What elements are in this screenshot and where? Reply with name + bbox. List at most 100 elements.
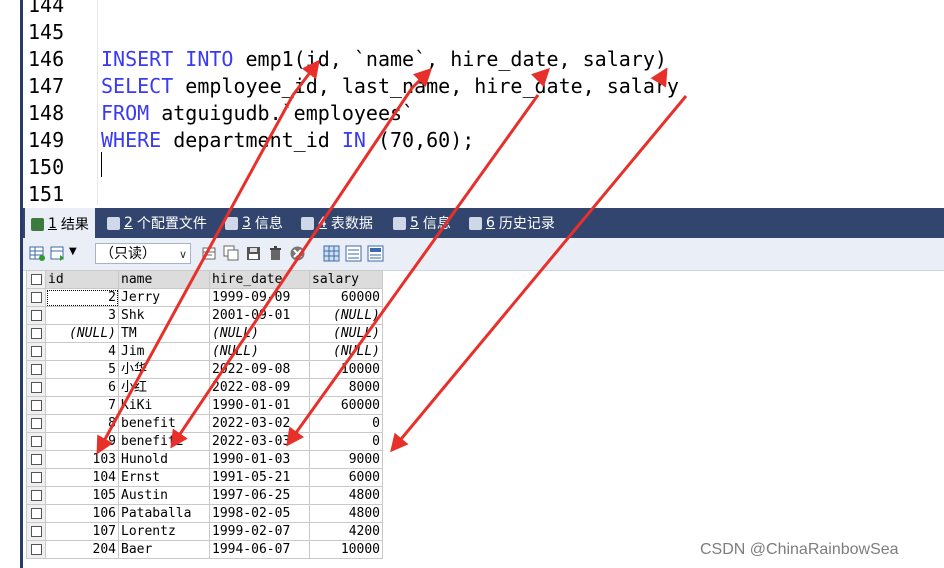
delete-icon[interactable] [267,245,284,262]
row-checkbox[interactable] [26,324,46,343]
row-checkbox[interactable] [26,306,46,325]
cell-name[interactable]: Jim [118,342,210,361]
cell-id[interactable]: 4 [45,342,119,361]
cell-hire-date[interactable]: 1991-05-21 [209,468,310,487]
row-checkbox[interactable] [26,486,46,505]
cell-hire-date[interactable]: 2022-03-03 [209,432,310,451]
row-checkbox[interactable] [26,432,46,451]
tab-3[interactable]: 3 信息 [219,208,289,238]
cell-salary[interactable]: (NULL) [309,306,383,325]
table-row[interactable]: 2 Jerry 1999-09-09 60000 [26,288,383,307]
code-line[interactable]: WHERE department_id IN (70,60); [101,127,474,154]
cell-salary[interactable]: (NULL) [309,324,383,343]
table-row[interactable]: 106 Pataballa 1998-02-05 4800 [26,504,383,523]
cell-salary[interactable]: 4200 [309,522,383,541]
cell-hire-date[interactable]: 1999-09-09 [209,288,310,307]
column-header-name[interactable]: name [118,270,210,289]
row-checkbox[interactable] [26,504,46,523]
duplicate-row-icon[interactable] [223,245,240,262]
row-checkbox[interactable] [26,468,46,487]
cell-salary[interactable]: 60000 [309,396,383,415]
cell-id[interactable]: 104 [45,468,119,487]
cancel-icon[interactable] [289,245,306,262]
form-view-icon[interactable] [345,245,362,262]
table-row[interactable]: (NULL) TM (NULL) (NULL) [26,324,383,343]
cell-hire-date[interactable]: 1998-02-05 [209,504,310,523]
save-icon[interactable] [245,245,262,262]
table-row[interactable]: 6 小红 2022-08-09 8000 [26,378,383,397]
cell-name[interactable]: Austin [118,486,210,505]
cell-name[interactable]: Ernst [118,468,210,487]
tab-5[interactable]: 5 信息 [387,208,457,238]
table-row[interactable]: 107 Lorentz 1999-02-07 4200 [26,522,383,541]
cell-hire-date[interactable]: 2022-03-02 [209,414,310,433]
cell-id[interactable]: 107 [45,522,119,541]
cell-salary[interactable]: 6000 [309,468,383,487]
cell-name[interactable]: 小华 [118,360,210,379]
cell-id[interactable]: 204 [45,540,119,559]
grid-view-icon[interactable] [323,245,340,262]
text-view-icon[interactable] [367,245,384,262]
row-checkbox[interactable] [26,540,46,559]
cell-salary[interactable]: 0 [309,432,383,451]
table-row[interactable]: 7 KiKi 1990-01-01 60000 [26,396,383,415]
cell-name[interactable]: Lorentz [118,522,210,541]
tab-2[interactable]: 2 个配置文件 [101,208,213,238]
insert-row-icon[interactable] [201,245,218,262]
cell-salary[interactable]: 8000 [309,378,383,397]
cell-name[interactable]: benefit [118,414,210,433]
table-row[interactable]: 105 Austin 1997-06-25 4800 [26,486,383,505]
cell-salary[interactable]: 60000 [309,288,383,307]
cell-id[interactable]: 3 [45,306,119,325]
cell-hire-date[interactable]: (NULL) [209,324,310,343]
row-checkbox[interactable] [26,288,46,307]
cell-hire-date[interactable]: 2001-09-01 [209,306,310,325]
cell-name[interactable]: Hunold [118,450,210,469]
column-header-salary[interactable]: salary [309,270,383,289]
cell-hire-date[interactable]: 1990-01-01 [209,396,310,415]
cell-id[interactable]: (NULL) [45,324,119,343]
table-row[interactable]: 4 Jim (NULL) (NULL) [26,342,383,361]
table-row[interactable]: 9 benefit2 2022-03-03 0 [26,432,383,451]
cell-id[interactable]: 2 [45,288,119,307]
cell-name[interactable]: 小红 [118,378,210,397]
tab-4[interactable]: 4 表数据 [295,208,379,238]
code-line[interactable]: SELECT employee_id, last_name, hire_date… [101,73,679,100]
cell-name[interactable]: Shk [118,306,210,325]
cell-name[interactable]: benefit2 [118,432,210,451]
row-checkbox[interactable] [26,414,46,433]
cell-hire-date[interactable]: 1999-02-07 [209,522,310,541]
tab-6[interactable]: 6 历史记录 [463,208,561,238]
cell-salary[interactable]: 0 [309,414,383,433]
row-checkbox[interactable] [26,378,46,397]
cell-id[interactable]: 103 [45,450,119,469]
cell-salary[interactable]: (NULL) [309,342,383,361]
table-row[interactable]: 204 Baer 1994-06-07 10000 [26,540,383,559]
table-row[interactable]: 103 Hunold 1990-01-03 9000 [26,450,383,469]
cell-salary[interactable]: 9000 [309,450,383,469]
cell-salary[interactable]: 4800 [309,486,383,505]
cell-salary[interactable]: 10000 [309,540,383,559]
row-checkbox[interactable] [26,342,46,361]
cell-hire-date[interactable]: 2022-09-08 [209,360,310,379]
column-header-id[interactable]: id [45,270,119,289]
cell-name[interactable]: KiKi [118,396,210,415]
cell-id[interactable]: 9 [45,432,119,451]
tab-1[interactable]: 1 结果 [25,208,95,238]
cell-salary[interactable]: 4800 [309,504,383,523]
table-row[interactable]: 5 小华 2022-09-08 10000 [26,360,383,379]
cell-name[interactable]: Baer [118,540,210,559]
table-row[interactable]: 104 Ernst 1991-05-21 6000 [26,468,383,487]
cell-id[interactable]: 8 [45,414,119,433]
select-all-checkbox[interactable] [26,270,46,289]
row-checkbox[interactable] [26,396,46,415]
cell-name[interactable]: TM [118,324,210,343]
cell-hire-date[interactable]: 1997-06-25 [209,486,310,505]
cell-id[interactable]: 105 [45,486,119,505]
cell-hire-date[interactable]: (NULL) [209,342,310,361]
cell-salary[interactable]: 10000 [309,360,383,379]
table-row[interactable]: 8 benefit 2022-03-02 0 [26,414,383,433]
column-header-hire-date[interactable]: hire_date [209,270,310,289]
cell-hire-date[interactable]: 2022-08-09 [209,378,310,397]
cell-name[interactable]: Pataballa [118,504,210,523]
